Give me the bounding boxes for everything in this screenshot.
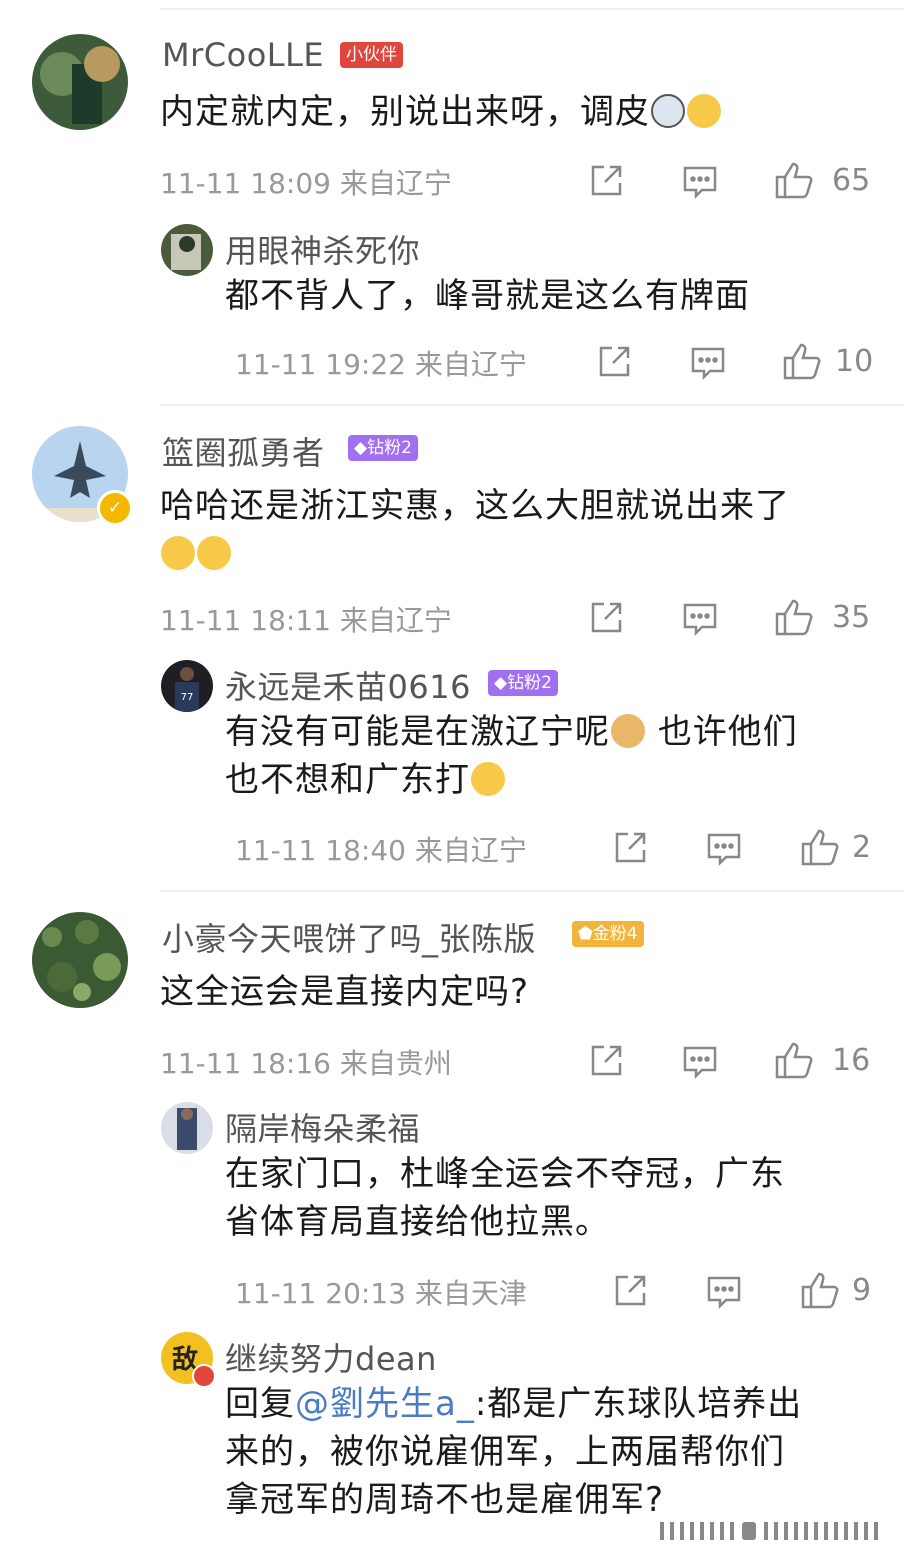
gem-icon: ⬟ — [578, 924, 593, 944]
reply-text: 在家门口，杜峰全运会不夺冠，广东 省体育局直接给他拉黑。 — [225, 1150, 865, 1246]
fan-badge: ◆钻粉2 — [348, 435, 418, 461]
yummy-emoji-icon — [471, 762, 505, 796]
comment-text-content: 内定就内定，别说出来呀，调皮 — [160, 92, 650, 132]
comment-meta: 11-11 18:09 来自辽宁 — [160, 167, 452, 200]
like-icon[interactable] — [800, 827, 840, 867]
reply-text: 有没有可能是在激辽宁呢 也许他们 也不想和广东打 — [225, 708, 865, 804]
username[interactable]: 篮圈孤勇者 — [162, 428, 325, 474]
avatar[interactable] — [161, 224, 213, 276]
comment-meta: 11-11 18:11 来自辽宁 — [160, 604, 452, 637]
share-icon[interactable] — [588, 163, 624, 199]
reply-text-part: 也许他们 — [657, 712, 798, 752]
laughing-crying-emoji-icon — [161, 536, 195, 570]
fan-badge-label: 钻粉2 — [367, 438, 412, 458]
share-icon[interactable] — [588, 600, 624, 636]
username[interactable]: 永远是禾苗0616 — [225, 662, 471, 708]
comment-icon[interactable] — [706, 1275, 742, 1309]
fan-badge-label: 钻粉2 — [507, 673, 552, 693]
fan-badge: ◆钻粉2 — [488, 670, 558, 696]
like-count: 65 — [832, 163, 871, 198]
watermark-logo — [660, 1518, 890, 1546]
like-count: 2 — [852, 830, 872, 865]
comment-meta: 11-11 20:13 来自天津 — [235, 1277, 527, 1310]
divider — [160, 404, 904, 406]
vip-badge-icon — [192, 1364, 216, 1388]
reply-text-part: :都是广东球队培养出 — [474, 1384, 803, 1424]
avatar[interactable] — [32, 34, 128, 130]
avatar[interactable] — [32, 912, 128, 1008]
reply-text-part: 在家门口，杜峰全运会不夺冠，广东 — [225, 1154, 785, 1194]
doge-emoji-icon — [611, 714, 645, 748]
reply-text-part: 省体育局直接给他拉黑。 — [225, 1202, 610, 1242]
username[interactable]: 继续努力dean — [225, 1334, 437, 1380]
like-icon[interactable] — [774, 1040, 814, 1080]
reply-text-part: 也不想和广东打 — [225, 760, 470, 800]
reply-text-part: 来的，被你说雇佣军，上两届帮你们 — [225, 1432, 785, 1472]
share-icon[interactable] — [612, 1273, 648, 1309]
comment-icon[interactable] — [682, 1045, 718, 1079]
comment-icon[interactable] — [682, 602, 718, 636]
mention-link[interactable]: @劉先生a_ — [295, 1384, 475, 1424]
like-count: 35 — [832, 600, 871, 635]
comment-icon[interactable] — [706, 832, 742, 866]
comment-text: 内定就内定，别说出来呀，调皮 — [160, 88, 722, 136]
like-icon[interactable] — [800, 1270, 840, 1310]
comment-text-content: 哈哈还是浙江实惠，这么大胆就说出来了 — [160, 486, 790, 526]
fan-badge-label: 金粉4 — [592, 924, 638, 944]
avatar[interactable] — [161, 1102, 213, 1154]
like-count: 9 — [852, 1273, 872, 1308]
husky-emoji-icon — [651, 94, 685, 128]
comment-meta: 11-11 18:40 来自辽宁 — [235, 834, 527, 867]
reply-prefix: 回复 — [225, 1384, 295, 1424]
reply-text: 回复@劉先生a_:都是广东球队培养出 来的，被你说雇佣军，上两届帮你们 拿冠军的… — [225, 1380, 875, 1524]
crying-emoji-icon — [687, 94, 721, 128]
share-icon[interactable] — [588, 1043, 624, 1079]
username[interactable]: MrCooLLE — [162, 36, 324, 74]
reply-text-part: 拿冠军的周琦不也是雇佣军? — [225, 1480, 665, 1520]
comment-icon[interactable] — [690, 346, 726, 380]
like-icon[interactable] — [774, 160, 814, 200]
fan-badge: 小伙伴 — [340, 42, 403, 68]
verified-icon: ✓ — [97, 490, 133, 526]
comment-meta: 11-11 19:22 来自辽宁 — [235, 348, 527, 381]
username[interactable]: 隔岸梅朵柔福 — [225, 1104, 420, 1150]
diamond-icon: ◆ — [494, 673, 508, 693]
comment-text: 哈哈还是浙江实惠，这么大胆就说出来了 — [160, 482, 880, 578]
comment-icon[interactable] — [682, 165, 718, 199]
top-divider — [160, 8, 904, 10]
like-icon[interactable] — [774, 597, 814, 637]
divider — [160, 890, 904, 892]
like-count: 16 — [832, 1043, 871, 1078]
diamond-icon: ◆ — [354, 438, 368, 458]
share-icon[interactable] — [596, 344, 632, 380]
like-icon[interactable] — [782, 341, 822, 381]
share-icon[interactable] — [612, 830, 648, 866]
username[interactable]: 小豪今天喂饼了吗_张陈版 — [162, 914, 536, 960]
comment-meta: 11-11 18:16 来自贵州 — [160, 1047, 452, 1080]
reply-text-part: 有没有可能是在激辽宁呢 — [225, 712, 610, 752]
fan-badge: ⬟金粉4 — [572, 921, 644, 947]
svg-text:77: 77 — [181, 692, 194, 703]
username[interactable]: 用眼神杀死你 — [225, 226, 420, 272]
avatar[interactable]: 77 — [161, 660, 213, 712]
laughing-crying-emoji-icon — [197, 536, 231, 570]
reply-text: 都不背人了，峰哥就是这么有牌面 — [225, 276, 750, 316]
comment-text: 这全运会是直接内定吗? — [160, 972, 530, 1012]
like-count: 10 — [835, 344, 874, 379]
